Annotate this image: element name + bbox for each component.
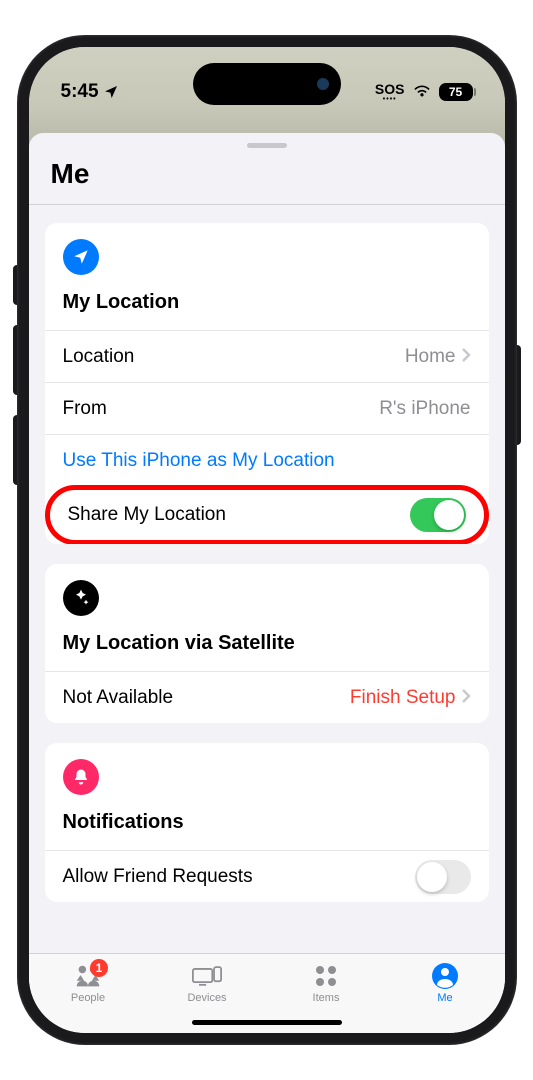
- location-icon: [63, 239, 99, 275]
- chevron-right-icon: [462, 687, 471, 709]
- tab-me[interactable]: Me: [405, 962, 485, 1004]
- dynamic-island: [193, 63, 341, 105]
- notifications-heading: Notifications: [45, 801, 489, 850]
- wifi-icon: [412, 81, 432, 103]
- allow-friend-requests-toggle[interactable]: [415, 860, 471, 894]
- home-indicator[interactable]: [192, 1020, 342, 1025]
- page-title: Me: [29, 158, 505, 204]
- tab-me-label: Me: [437, 992, 452, 1004]
- satellite-card: My Location via Satellite Not Available …: [45, 564, 489, 723]
- use-this-iphone-row[interactable]: Use This iPhone as My Location: [45, 434, 489, 486]
- allow-friend-requests-row[interactable]: Allow Friend Requests: [45, 850, 489, 902]
- from-value: R's iPhone: [379, 398, 470, 420]
- finish-setup-link: Finish Setup: [350, 687, 456, 709]
- share-my-location-row[interactable]: Share My Location: [45, 485, 489, 544]
- use-this-iphone-link: Use This iPhone as My Location: [63, 450, 335, 472]
- my-location-card: My Location Location Home From: [45, 223, 489, 544]
- satellite-status-label: Not Available: [63, 687, 174, 709]
- tab-people[interactable]: 1 People: [48, 962, 128, 1004]
- allow-friend-requests-label: Allow Friend Requests: [63, 866, 253, 888]
- battery-indicator: 75: [439, 83, 473, 101]
- satellite-heading: My Location via Satellite: [45, 622, 489, 671]
- location-label: Location: [63, 346, 135, 368]
- tab-people-label: People: [71, 992, 105, 1004]
- from-label: From: [63, 398, 107, 420]
- chevron-right-icon: [462, 346, 471, 368]
- from-row[interactable]: From R's iPhone: [45, 382, 489, 434]
- phone-frame: 5:45 SOS •••• 75 Me: [17, 35, 517, 1045]
- status-sos: SOS ••••: [375, 82, 405, 103]
- satellite-icon: [63, 580, 99, 616]
- status-time: 5:45: [61, 81, 99, 103]
- location-value: Home: [405, 346, 456, 368]
- tab-items[interactable]: Items: [286, 962, 366, 1004]
- satellite-status-row[interactable]: Not Available Finish Setup: [45, 671, 489, 723]
- people-badge: 1: [90, 959, 108, 977]
- tab-devices[interactable]: Devices: [167, 962, 247, 1004]
- bell-icon: [63, 759, 99, 795]
- location-arrow-icon: [103, 84, 119, 100]
- my-location-heading: My Location: [45, 281, 489, 330]
- items-icon: [311, 962, 341, 990]
- share-my-location-label: Share My Location: [68, 504, 226, 526]
- devices-icon: [192, 962, 222, 990]
- location-row[interactable]: Location Home: [45, 330, 489, 382]
- tab-items-label: Items: [313, 992, 340, 1004]
- notifications-card: Notifications Allow Friend Requests: [45, 743, 489, 902]
- sheet-grabber[interactable]: [247, 143, 287, 148]
- share-my-location-toggle[interactable]: [410, 498, 466, 532]
- tab-devices-label: Devices: [187, 992, 226, 1004]
- me-icon: [430, 962, 460, 990]
- screen: 5:45 SOS •••• 75 Me: [29, 47, 505, 1033]
- me-sheet: Me My Location Location: [29, 133, 505, 1033]
